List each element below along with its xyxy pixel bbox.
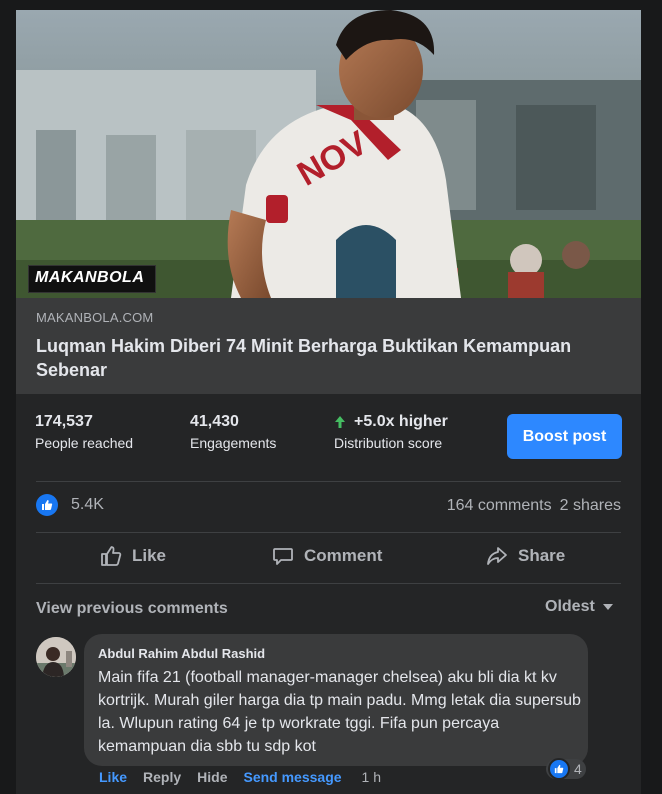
- article-photo: NOV: [16, 10, 641, 298]
- link-title[interactable]: Luqman Hakim Diberi 74 Minit Berharga Bu…: [36, 334, 596, 382]
- comment-sort-dropdown[interactable]: Oldest: [545, 598, 613, 616]
- comments-count-link[interactable]: 164 comments: [447, 497, 552, 514]
- thumbs-up-icon: [101, 546, 122, 566]
- arrow-up-icon: [335, 416, 345, 428]
- share-label: Share: [518, 546, 566, 565]
- divider: [36, 583, 621, 584]
- engagements-label: Engagements: [190, 435, 277, 451]
- reactions-summary[interactable]: 5.4K: [36, 494, 104, 516]
- people-reached-stat[interactable]: 174,537 People reached: [35, 412, 133, 451]
- link-domain: MAKANBOLA.COM: [36, 310, 154, 325]
- comment-actions: Like Reply Hide Send message 1 h: [99, 769, 397, 785]
- comment-reaction-count: 4: [574, 761, 582, 777]
- comment-button[interactable]: Comment: [272, 545, 382, 567]
- comment-text: Main fifa 21 (football manager-manager c…: [98, 669, 581, 755]
- engagements-stat[interactable]: 41,430 Engagements: [190, 412, 276, 451]
- caret-down-icon: [602, 604, 613, 610]
- comment-hide-link[interactable]: Hide: [197, 769, 227, 785]
- divider: [36, 481, 621, 482]
- distribution-score-stat[interactable]: +5.0x higher Distribution score: [334, 412, 448, 451]
- send-message-link[interactable]: Send message: [243, 769, 341, 785]
- reaction-count: 5.4K: [71, 496, 104, 513]
- engagements-value: 41,430: [190, 413, 239, 430]
- boost-post-button[interactable]: Boost post: [507, 414, 622, 459]
- distribution-value-row: +5.0x higher: [334, 412, 448, 432]
- link-preview-image[interactable]: NOV MAKANBOLA: [16, 10, 641, 298]
- view-previous-comments-link[interactable]: View previous comments: [36, 600, 228, 618]
- shares-count-link[interactable]: 2 shares: [560, 497, 621, 514]
- share-arrow-icon: [487, 547, 507, 565]
- like-reaction-icon: [548, 758, 570, 780]
- like-button[interactable]: Like: [100, 545, 166, 567]
- commenter-avatar[interactable]: [36, 637, 76, 677]
- comment-like-link[interactable]: Like: [99, 769, 127, 785]
- top-strip: [0, 0, 662, 10]
- avatar-photo: [36, 637, 76, 677]
- comment-reply-link[interactable]: Reply: [143, 769, 181, 785]
- like-reaction-icon: [36, 494, 58, 516]
- comment-label: Comment: [304, 546, 383, 565]
- logo-text: MAKANBOLA: [35, 269, 145, 286]
- link-preview-meta[interactable]: MAKANBOLA.COM Luqman Hakim Diberi 74 Min…: [16, 298, 641, 394]
- makanbola-logo: MAKANBOLA: [28, 265, 156, 293]
- comment-sort-label: Oldest: [545, 598, 595, 615]
- comments-shares-summary: 164 comments 2 shares: [447, 497, 621, 515]
- comment-timestamp[interactable]: 1 h: [362, 769, 381, 785]
- comment-author[interactable]: Abdul Rahim Abdul Rashid: [98, 646, 265, 661]
- comment-reactions[interactable]: 4: [546, 758, 586, 780]
- share-button[interactable]: Share: [486, 545, 565, 567]
- like-label: Like: [132, 546, 167, 565]
- comment-bubble: Abdul Rahim Abdul Rashid Main fifa 21 (f…: [84, 634, 588, 766]
- people-reached-label: People reached: [35, 435, 134, 451]
- comment-icon: [273, 548, 293, 565]
- distribution-label: Distribution score: [334, 435, 443, 451]
- people-reached-value: 174,537: [35, 413, 93, 430]
- divider: [36, 532, 621, 533]
- distribution-value: +5.0x higher: [354, 413, 448, 430]
